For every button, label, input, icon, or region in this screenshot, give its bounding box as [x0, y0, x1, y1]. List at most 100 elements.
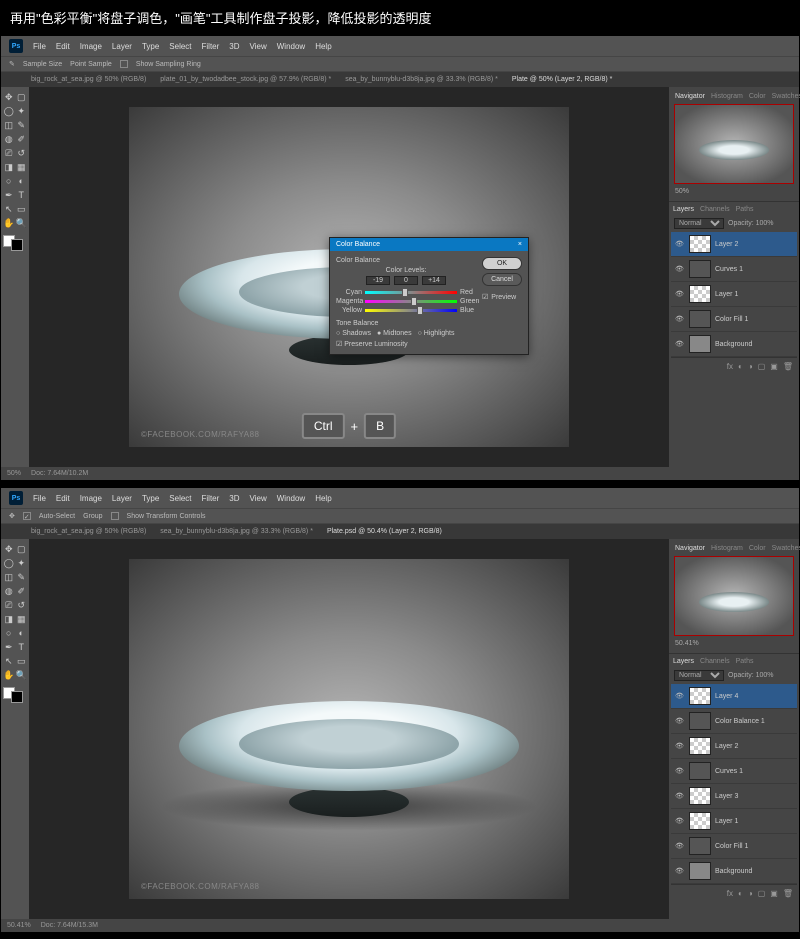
tab-color[interactable]: Color	[749, 545, 766, 552]
menu-type[interactable]: Type	[142, 42, 159, 51]
preview-checkbox[interactable]: ☑ Preview	[482, 293, 522, 301]
tab-color[interactable]: Color	[749, 93, 766, 100]
new-layer-icon[interactable]: ▣	[770, 889, 778, 898]
transform-checkbox[interactable]	[111, 512, 119, 520]
cyan-red-slider[interactable]	[365, 291, 457, 294]
level-magenta-green[interactable]	[394, 276, 418, 285]
menu-image[interactable]: Image	[80, 42, 102, 51]
menu-3d[interactable]: 3D	[229, 494, 239, 503]
cancel-button[interactable]: Cancel	[482, 273, 522, 286]
type-tool[interactable]: T	[16, 641, 28, 653]
level-yellow-blue[interactable]	[422, 276, 446, 285]
gradient-tool[interactable]: ▦	[16, 613, 28, 625]
opt-point-sample[interactable]: Point Sample	[70, 61, 112, 68]
stamp-tool[interactable]: ⎚	[3, 147, 15, 159]
tab-1[interactable]: plate_01_by_twodadbee_stock.jpg @ 57.9% …	[160, 76, 331, 83]
color-swatches[interactable]	[3, 687, 23, 703]
visibility-icon[interactable]: 👁	[675, 842, 685, 850]
dodge-tool[interactable]: ◐	[16, 627, 28, 639]
trash-icon[interactable]: 🗑	[783, 362, 793, 371]
heal-tool[interactable]: ◍	[3, 585, 15, 597]
visibility-icon[interactable]: 👁	[675, 265, 685, 273]
crop-tool[interactable]: ◫	[3, 571, 15, 583]
visibility-icon[interactable]: 👁	[675, 767, 685, 775]
history-brush-tool[interactable]: ↺	[16, 599, 28, 611]
wand-tool[interactable]: ✦	[16, 105, 28, 117]
zoom-tool[interactable]: 🔍	[16, 669, 28, 681]
menu-layer[interactable]: Layer	[112, 42, 132, 51]
tab-paths[interactable]: Paths	[736, 206, 754, 213]
hand-tool[interactable]: ✋	[3, 669, 15, 681]
move-tool[interactable]: ✥	[3, 543, 15, 555]
marquee-tool[interactable]: ▢	[16, 543, 28, 555]
tab-3[interactable]: Plate @ 50% (Layer 2, RGB/8) *	[512, 76, 612, 83]
magenta-green-slider[interactable]	[365, 300, 457, 303]
tab-paths[interactable]: Paths	[736, 658, 754, 665]
layer-row[interactable]: 👁Layer 1	[671, 809, 797, 834]
tab-swatches[interactable]: Swatches	[772, 93, 800, 100]
brush-tool[interactable]: ✐	[16, 133, 28, 145]
menu-file[interactable]: File	[33, 42, 46, 51]
menu-edit[interactable]: Edit	[56, 494, 70, 503]
level-cyan-red[interactable]	[366, 276, 390, 285]
visibility-icon[interactable]: 👁	[675, 240, 685, 248]
folder-icon[interactable]: ▢	[758, 889, 766, 898]
layer-row[interactable]: 👁Curves 1	[671, 759, 797, 784]
layer-row[interactable]: 👁Background	[671, 332, 797, 357]
tab-channels[interactable]: Channels	[700, 658, 730, 665]
menu-select[interactable]: Select	[169, 494, 191, 503]
path-tool[interactable]: ↖	[3, 655, 15, 667]
close-icon[interactable]: ×	[518, 241, 522, 248]
menu-help[interactable]: Help	[315, 494, 331, 503]
yellow-blue-slider[interactable]	[365, 309, 457, 312]
blur-tool[interactable]: ○	[3, 175, 15, 187]
menu-filter[interactable]: Filter	[202, 494, 220, 503]
layer-row[interactable]: 👁Color Balance 1	[671, 709, 797, 734]
canvas[interactable]: ©FACEBOOK.COM/RAFYA88	[29, 539, 669, 919]
tab-1[interactable]: sea_by_bunnyblu-d3b8ja.jpg @ 33.3% (RGB/…	[160, 528, 313, 535]
history-brush-tool[interactable]: ↺	[16, 147, 28, 159]
visibility-icon[interactable]: 👁	[675, 692, 685, 700]
preserve-lum-checkbox[interactable]: ☑ Preserve Luminosity	[336, 340, 476, 348]
visibility-icon[interactable]: 👁	[675, 290, 685, 298]
new-layer-icon[interactable]: ▣	[770, 362, 778, 371]
fx-icon[interactable]: fx	[727, 362, 733, 371]
tab-swatches[interactable]: Swatches	[772, 545, 800, 552]
visibility-icon[interactable]: 👁	[675, 340, 685, 348]
menu-select[interactable]: Select	[169, 42, 191, 51]
menu-layer[interactable]: Layer	[112, 494, 132, 503]
tab-2[interactable]: sea_by_bunnyblu-d3b8ja.jpg @ 33.3% (RGB/…	[345, 76, 498, 83]
blend-mode-select[interactable]: Normal	[674, 670, 724, 681]
folder-icon[interactable]: ▢	[758, 362, 766, 371]
mask-icon[interactable]: ◐	[738, 889, 743, 898]
tab-0[interactable]: big_rock_at_sea.jpg @ 50% (RGB/8)	[31, 76, 146, 83]
marquee-tool[interactable]: ▢	[16, 91, 28, 103]
visibility-icon[interactable]: 👁	[675, 817, 685, 825]
tab-navigator[interactable]: Navigator	[675, 93, 705, 100]
tab-histogram[interactable]: Histogram	[711, 93, 743, 100]
pen-tool[interactable]: ✒	[3, 641, 15, 653]
shape-tool[interactable]: ▭	[16, 203, 28, 215]
type-tool[interactable]: T	[16, 189, 28, 201]
mask-icon[interactable]: ◐	[738, 362, 743, 371]
stamp-tool[interactable]: ⎚	[3, 599, 15, 611]
menu-filter[interactable]: Filter	[202, 42, 220, 51]
menu-image[interactable]: Image	[80, 494, 102, 503]
eraser-tool[interactable]: ◨	[3, 613, 15, 625]
menu-help[interactable]: Help	[315, 42, 331, 51]
tab-layers[interactable]: Layers	[673, 206, 694, 213]
adj-icon[interactable]: ◑	[748, 889, 753, 898]
eyedropper-tool[interactable]: ✎	[16, 571, 28, 583]
shape-tool[interactable]: ▭	[16, 655, 28, 667]
layer-row[interactable]: 👁Curves 1	[671, 257, 797, 282]
color-swatches[interactable]	[3, 235, 23, 251]
menu-view[interactable]: View	[250, 494, 267, 503]
move-tool[interactable]: ✥	[3, 91, 15, 103]
adj-icon[interactable]: ◑	[748, 362, 753, 371]
visibility-icon[interactable]: 👁	[675, 742, 685, 750]
path-tool[interactable]: ↖	[3, 203, 15, 215]
visibility-icon[interactable]: 👁	[675, 792, 685, 800]
fx-icon[interactable]: fx	[727, 889, 733, 898]
radio-highlights[interactable]: ○ Highlights	[418, 330, 455, 337]
menu-view[interactable]: View	[250, 42, 267, 51]
